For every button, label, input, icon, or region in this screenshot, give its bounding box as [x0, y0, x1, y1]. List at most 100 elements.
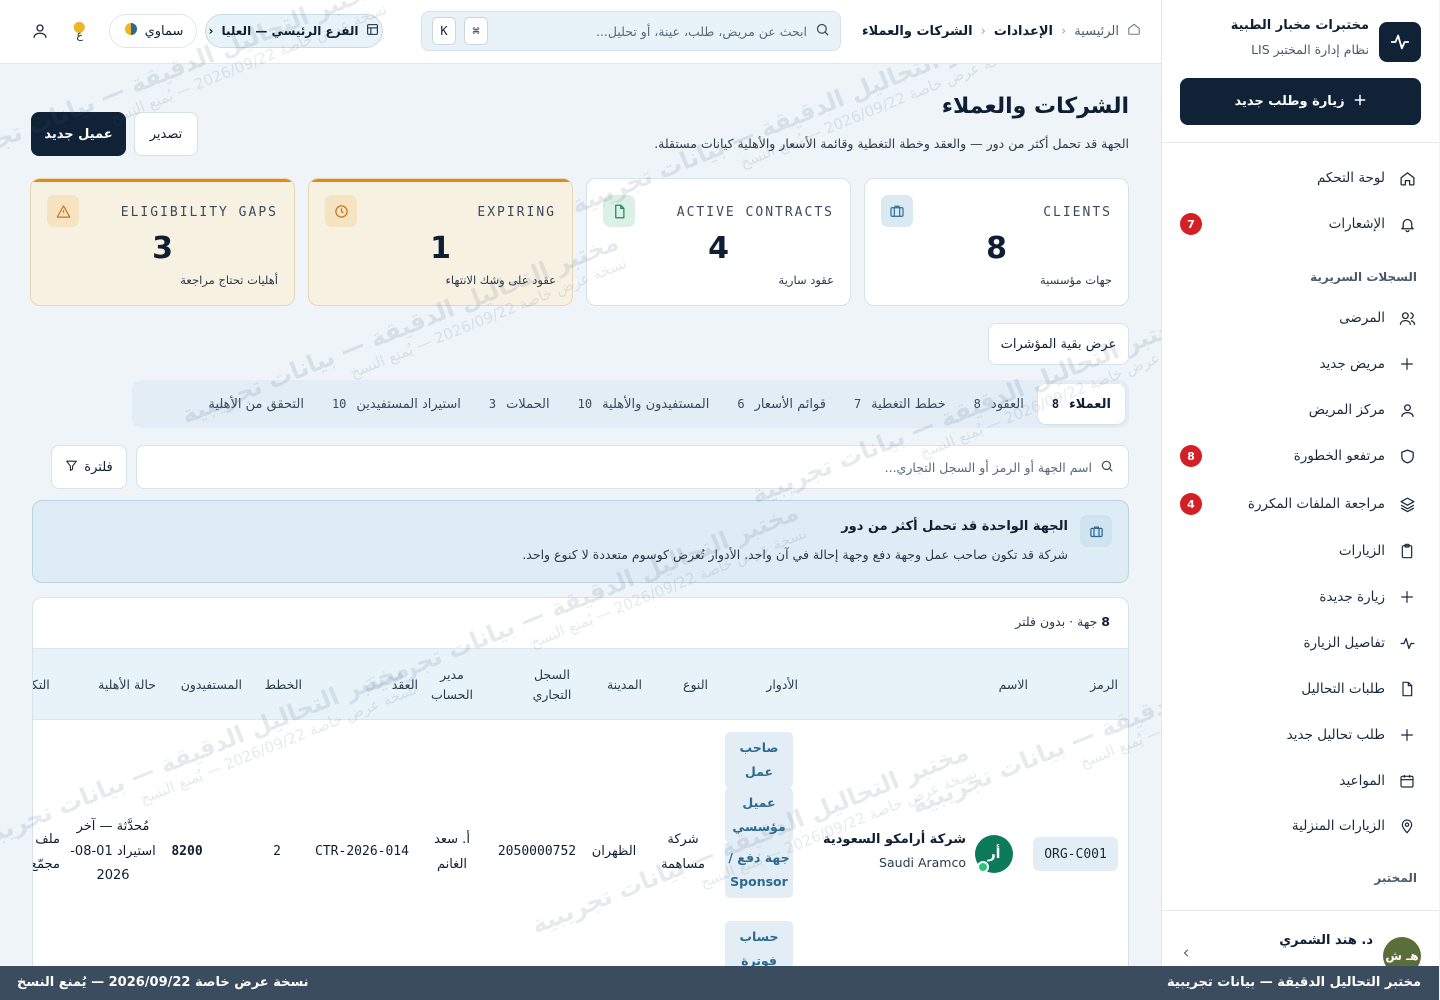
- sidebar-item-new-patient[interactable]: مريض جديد: [1181, 348, 1418, 380]
- org-name-ar[interactable]: شركة أرامكو السعودية: [824, 828, 967, 853]
- clock-icon: [326, 195, 358, 227]
- filter-label: فلترة: [85, 459, 114, 475]
- column-header-city[interactable]: المدينة: [587, 649, 643, 721]
- column-header-integration[interactable]: التكا: [34, 649, 69, 721]
- activity-icon: [1398, 633, 1418, 653]
- tab-label: قوائم الأسعار: [755, 396, 827, 412]
- page-title: الشركات والعملاء: [942, 94, 1130, 119]
- column-header-code[interactable]: الرمز: [1071, 649, 1119, 721]
- tab-eligibility-check[interactable]: التحقق من الأهلية: [195, 384, 319, 424]
- clipboard-icon: [1398, 541, 1418, 561]
- sidebar-item-label: مركز المريض: [1309, 402, 1386, 418]
- user-icon: [1398, 400, 1418, 420]
- kpi-card-eligibility-gaps[interactable]: ELIGIBILITY GAPS 3 أهليات تحتاج مراجعة: [31, 178, 296, 306]
- tab-beneficiaries[interactable]: المستفيدون والأهلية 10: [565, 384, 725, 424]
- tab-label: استيراد المستفيدين: [357, 396, 462, 412]
- map-pin-icon: [1398, 816, 1418, 836]
- sidebar-item-visits[interactable]: الزيارات: [1181, 535, 1418, 567]
- tab-beneficiary-import[interactable]: استيراد المستفيدين 10: [319, 384, 476, 424]
- column-header-account-manager[interactable]: مدير الحساب: [425, 649, 481, 721]
- sidebar-item-patients[interactable]: المرضى: [1181, 302, 1418, 334]
- search-icon: [816, 22, 831, 41]
- column-header-plans[interactable]: الخطط: [253, 649, 303, 721]
- sidebar-item-label: لوحة التحكم: [1317, 170, 1386, 186]
- shield-icon: [1398, 446, 1418, 466]
- role-tag: حساب فوترة: [726, 921, 794, 966]
- language-icon[interactable]: ع: [72, 20, 94, 42]
- role-tag: عميل مؤسسي: [726, 787, 794, 843]
- users-icon: [1398, 308, 1418, 328]
- svg-text:ع: ع: [77, 28, 84, 41]
- banner-title: الجهة الواحدة قد تحمل أكثر من دور: [842, 519, 1069, 534]
- half-circle-icon: [124, 21, 140, 41]
- global-search[interactable]: ابحث عن مريض، طلب، عينة، أو تحليل... ⌘ K: [422, 11, 842, 51]
- new-client-button[interactable]: عميل جديد: [32, 112, 127, 156]
- plus-icon: [1398, 587, 1418, 607]
- breadcrumb-home[interactable]: الرئيسية: [1075, 24, 1120, 39]
- plus-icon: [1398, 354, 1418, 374]
- filter-button[interactable]: فلترة: [52, 445, 128, 489]
- brand: مختبرات مخبار الطبية نظام إدارة المختبر …: [1181, 14, 1422, 66]
- kpi-value: 4: [709, 231, 730, 266]
- sidebar-item-patient-center[interactable]: مركز المريض: [1181, 394, 1418, 426]
- sidebar-item-high-risk[interactable]: مرتفعو الخطورة 8: [1181, 440, 1418, 472]
- sidebar-item-label: مراجعة الملفات المكررة: [1248, 496, 1386, 512]
- sidebar-item-notifications[interactable]: الإشعارات 7: [1181, 208, 1418, 240]
- kpi-card-active-contracts[interactable]: ACTIVE CONTRACTS 4 عقود سارية: [587, 178, 852, 306]
- sidebar-item-home-visits[interactable]: الزيارات المنزلية: [1181, 810, 1418, 842]
- sidebar-item-label: المواعيد: [1340, 773, 1386, 789]
- column-header-beneficiaries[interactable]: المستفيدون: [163, 649, 243, 721]
- kpi-card-expiring[interactable]: EXPIRING 1 عقود على وشك الانتهاء: [309, 178, 574, 306]
- export-button[interactable]: تصدير: [135, 112, 199, 156]
- home-icon: [1398, 168, 1418, 188]
- tab-bar: العملاء 8 العقود 8 خطط التغطية 7 قوائم الأس…: [133, 380, 1130, 428]
- tab-campaigns[interactable]: الحملات 3: [476, 384, 565, 424]
- search-input[interactable]: ابحث عن مريض، طلب، عينة، أو تحليل...: [497, 24, 808, 39]
- tab-contracts[interactable]: العقود 8: [961, 384, 1039, 424]
- funnel-icon: [66, 459, 79, 476]
- client-search-input[interactable]: اسم الجهة أو الرمز أو السجل التجاري...: [137, 445, 1130, 489]
- tab-coverage-plans[interactable]: خطط التغطية 7: [841, 384, 961, 424]
- shortcut-k-key: K: [433, 17, 457, 45]
- sidebar-item-appointments[interactable]: المواعيد: [1181, 765, 1418, 797]
- breadcrumb-settings[interactable]: الإعدادات: [995, 24, 1054, 39]
- chevron-left-icon[interactable]: [1181, 947, 1193, 963]
- column-header-cr[interactable]: السجل التجاري: [525, 649, 581, 721]
- sidebar-item-duplicates[interactable]: مراجعة الملفات المكررة 4: [1181, 488, 1418, 520]
- plus-icon: [1354, 93, 1368, 111]
- beneficiaries-count: 8200: [172, 844, 204, 859]
- sidebar-item-visit-details[interactable]: تفاصيل الزيارة: [1181, 627, 1418, 659]
- column-header-eligibility[interactable]: حالة الأهلية: [85, 649, 157, 721]
- column-header-name[interactable]: الاسم: [969, 649, 1029, 721]
- new-visit-button[interactable]: زيارة وطلب جديد: [1181, 78, 1422, 125]
- column-header-roles[interactable]: الأدوار: [719, 649, 799, 721]
- kpi-caption: أهليات تحتاج مراجعة: [181, 273, 279, 287]
- kpi-card-clients[interactable]: CLIENTS 8 جهات مؤسسية: [865, 178, 1130, 306]
- branch-selector[interactable]: الفرع الرئيسي — العليا ‹: [206, 14, 384, 48]
- contract-code[interactable]: CTR-2026-014: [313, 840, 413, 865]
- table-header: الرمز الاسم الأدوار النوع المدينة السجل …: [34, 648, 1129, 720]
- org-city: الظهران: [592, 844, 638, 859]
- show-more-kpis-button[interactable]: عرض بقية المؤشرات: [989, 323, 1130, 365]
- tab-label: التحقق من الأهلية: [209, 396, 305, 412]
- tab-clients[interactable]: العملاء 8: [1038, 384, 1126, 424]
- kpi-value: 8: [987, 231, 1008, 266]
- tab-label: المستفيدون والأهلية: [603, 396, 711, 412]
- tab-count: 10: [332, 397, 348, 411]
- sidebar: مختبرات مخبار الطبية نظام إدارة المختبر …: [1162, 0, 1440, 1000]
- sidebar-item-dashboard[interactable]: لوحة التحكم: [1181, 162, 1418, 194]
- table-count-number: 8: [1102, 614, 1111, 629]
- tab-price-lists[interactable]: قوائم الأسعار 6: [724, 384, 841, 424]
- column-header-type[interactable]: النوع: [659, 649, 709, 721]
- sidebar-item-new-test-order[interactable]: طلب تحاليل جديد: [1181, 719, 1418, 751]
- branch-label: الفرع الرئيسي — العليا: [222, 24, 360, 38]
- footer-right-text: مختبر التحاليل الدقيقة — بيانات تجريبية: [1168, 975, 1422, 990]
- sidebar-item-test-orders[interactable]: طلبات التحاليل: [1181, 673, 1418, 705]
- building-icon: [367, 23, 380, 39]
- column-header-contract[interactable]: العقد: [363, 649, 419, 721]
- sidebar-item-new-visit[interactable]: زيارة جديدة: [1181, 581, 1418, 613]
- plans-count: 2: [274, 844, 282, 859]
- tab-label: الحملات: [507, 396, 551, 412]
- theme-toggle[interactable]: سماوي: [110, 14, 198, 48]
- user-icon[interactable]: [32, 22, 50, 44]
